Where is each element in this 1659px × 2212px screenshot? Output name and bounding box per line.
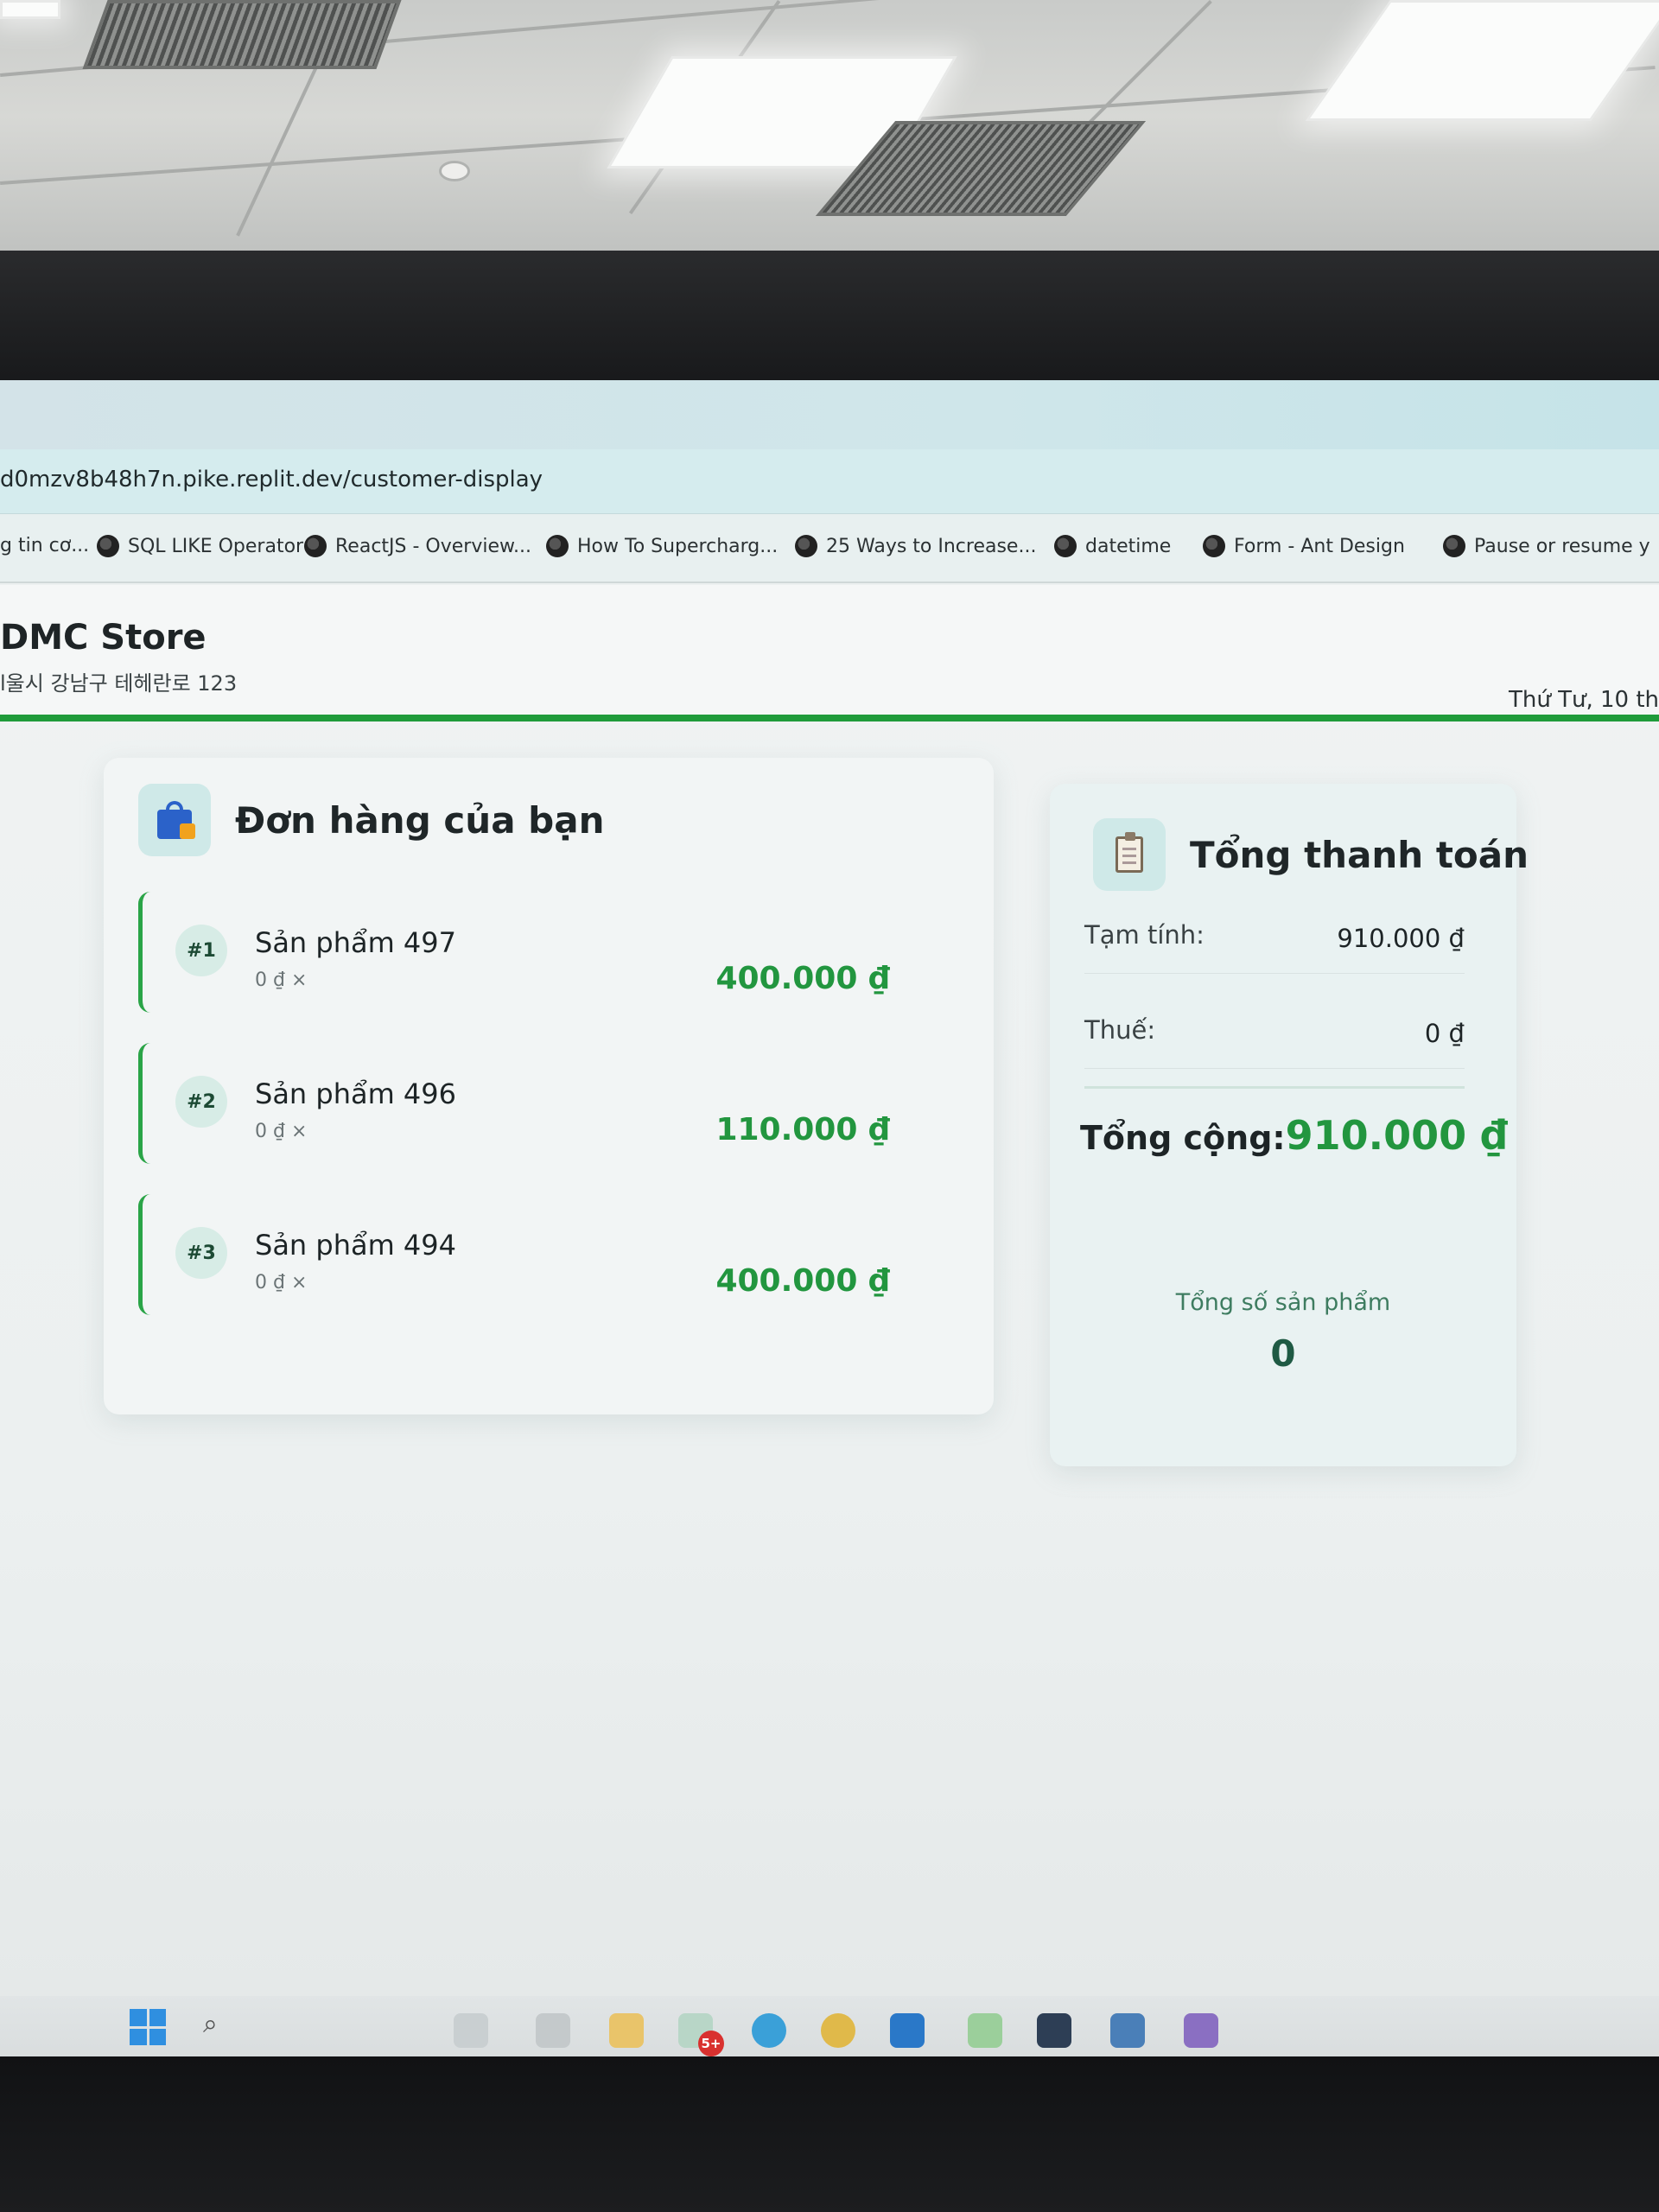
customer-display-page: DMC Store l울시 강남구 테헤란로 123 Thứ Tư, 10 th… bbox=[0, 585, 1659, 2065]
subtotal-value: 910.000 ₫ bbox=[1337, 924, 1465, 953]
search-icon[interactable]: ⌕ bbox=[203, 2009, 218, 2039]
address-bar[interactable]: d0mzv8b48h7n.pike.replit.dev/customer-di… bbox=[0, 449, 1659, 514]
item-name: Sản phẩm 494 bbox=[255, 1229, 456, 1262]
edge-icon[interactable] bbox=[752, 2013, 786, 2048]
task-view-icon[interactable] bbox=[454, 2013, 488, 2048]
globe-icon bbox=[97, 535, 119, 557]
url-text[interactable]: d0mzv8b48h7n.pike.replit.dev/customer-di… bbox=[0, 467, 543, 493]
notepad-icon[interactable] bbox=[968, 2013, 1002, 2048]
item-index-badge: #3 bbox=[175, 1227, 227, 1279]
globe-icon bbox=[795, 535, 817, 557]
item-name: Sản phẩm 497 bbox=[255, 926, 456, 959]
globe-icon bbox=[1443, 535, 1465, 557]
bookmark-item[interactable]: datetime bbox=[1054, 535, 1171, 557]
store-header: DMC Store l울시 강남구 테헤란로 123 Thứ Tư, 10 th bbox=[0, 585, 1659, 715]
subtotal-row: Tạm tính: 910.000 ₫ bbox=[1084, 913, 1465, 974]
summary-card-title: Tổng thanh toán bbox=[1190, 833, 1529, 876]
summary-divider bbox=[1084, 1086, 1465, 1089]
outlook-icon[interactable] bbox=[890, 2013, 925, 2048]
order-card-header: Đơn hàng của bạn bbox=[138, 784, 604, 856]
item-unit-price: 0 ₫ × bbox=[255, 1272, 308, 1294]
terminal-icon[interactable] bbox=[1037, 2013, 1071, 2048]
monitor-bezel-bottom bbox=[0, 2056, 1659, 2212]
item-count-value: 0 bbox=[1270, 1332, 1296, 1375]
dev-tool-icon[interactable] bbox=[1110, 2013, 1145, 2048]
globe-icon bbox=[1054, 535, 1077, 557]
shopping-bag-icon bbox=[138, 784, 211, 856]
item-count-label: Tổng số sản phẩm bbox=[1175, 1289, 1391, 1316]
payment-summary-card: Tổng thanh toán Tạm tính: 910.000 ₫ Thuế… bbox=[1050, 784, 1529, 1466]
file-explorer-icon[interactable] bbox=[609, 2013, 644, 2048]
item-total: 400.000 ₫ bbox=[715, 961, 890, 996]
bookmark-item[interactable]: Pause or resume y bbox=[1443, 535, 1650, 557]
summary-card-header: Tổng thanh toán bbox=[1093, 818, 1529, 891]
globe-icon bbox=[304, 535, 327, 557]
subtotal-label: Tạm tính: bbox=[1084, 920, 1205, 950]
bookmark-item[interactable]: How To Supercharg... bbox=[546, 535, 778, 557]
monitor-bezel-top bbox=[0, 251, 1659, 385]
order-card: Đơn hàng của bạn #1 Sản phẩm 497 0 ₫ × 4… bbox=[104, 758, 994, 1414]
globe-icon bbox=[1203, 535, 1225, 557]
store-name: DMC Store bbox=[0, 618, 207, 658]
store-address: l울시 강남구 테헤란로 123 bbox=[0, 671, 238, 696]
windows-start-icon[interactable] bbox=[130, 2009, 166, 2045]
order-item: #3 Sản phẩm 494 0 ₫ × 400.000 ₫ bbox=[138, 1194, 942, 1315]
store-date: Thứ Tư, 10 th bbox=[1508, 687, 1659, 713]
bookmarks-bar: g tin cơ... SQL LIKE Operator ReactJS - … bbox=[0, 514, 1659, 583]
office-ceiling bbox=[0, 0, 1659, 259]
tax-value: 0 ₫ bbox=[1424, 1019, 1465, 1048]
bookmark-item[interactable]: ReactJS - Overview... bbox=[304, 535, 531, 557]
browser-tab-strip bbox=[0, 380, 1659, 449]
item-index-badge: #2 bbox=[175, 1076, 227, 1128]
bookmark-item[interactable]: g tin cơ... bbox=[0, 535, 89, 556]
item-index-badge: #1 bbox=[175, 925, 227, 976]
clipboard-icon bbox=[1093, 818, 1166, 891]
item-total: 110.000 ₫ bbox=[715, 1112, 890, 1147]
bookmark-item[interactable]: 25 Ways to Increase... bbox=[795, 535, 1036, 557]
tax-row: Thuế: 0 ₫ bbox=[1084, 1008, 1465, 1069]
widgets-icon[interactable] bbox=[536, 2013, 570, 2048]
item-unit-price: 0 ₫ × bbox=[255, 969, 308, 991]
order-item: #1 Sản phẩm 497 0 ₫ × 400.000 ₫ bbox=[138, 892, 942, 1013]
tax-label: Thuế: bbox=[1084, 1015, 1156, 1045]
monitor-screen: d0mzv8b48h7n.pike.replit.dev/customer-di… bbox=[0, 380, 1659, 2065]
item-unit-price: 0 ₫ × bbox=[255, 1121, 308, 1142]
header-divider bbox=[0, 715, 1659, 721]
order-card-title: Đơn hàng của bạn bbox=[235, 798, 605, 842]
windows-taskbar bbox=[0, 1996, 1659, 2065]
grand-total-row: Tổng cộng: 910.000 ₫ bbox=[1080, 1112, 1508, 1159]
bookmark-item[interactable]: Form - Ant Design bbox=[1203, 535, 1405, 557]
grand-total-label: Tổng cộng: bbox=[1080, 1119, 1286, 1157]
order-item: #2 Sản phẩm 496 0 ₫ × 110.000 ₫ bbox=[138, 1043, 942, 1164]
item-name: Sản phẩm 496 bbox=[255, 1077, 456, 1110]
globe-icon bbox=[546, 535, 569, 557]
bookmark-item[interactable]: SQL LIKE Operator bbox=[97, 535, 303, 557]
grand-total-value: 910.000 ₫ bbox=[1285, 1112, 1509, 1159]
notification-badge: 5+ bbox=[698, 2031, 724, 2056]
chrome-icon[interactable] bbox=[821, 2013, 855, 2048]
visual-studio-icon[interactable] bbox=[1184, 2013, 1218, 2048]
item-total: 400.000 ₫ bbox=[715, 1263, 890, 1299]
